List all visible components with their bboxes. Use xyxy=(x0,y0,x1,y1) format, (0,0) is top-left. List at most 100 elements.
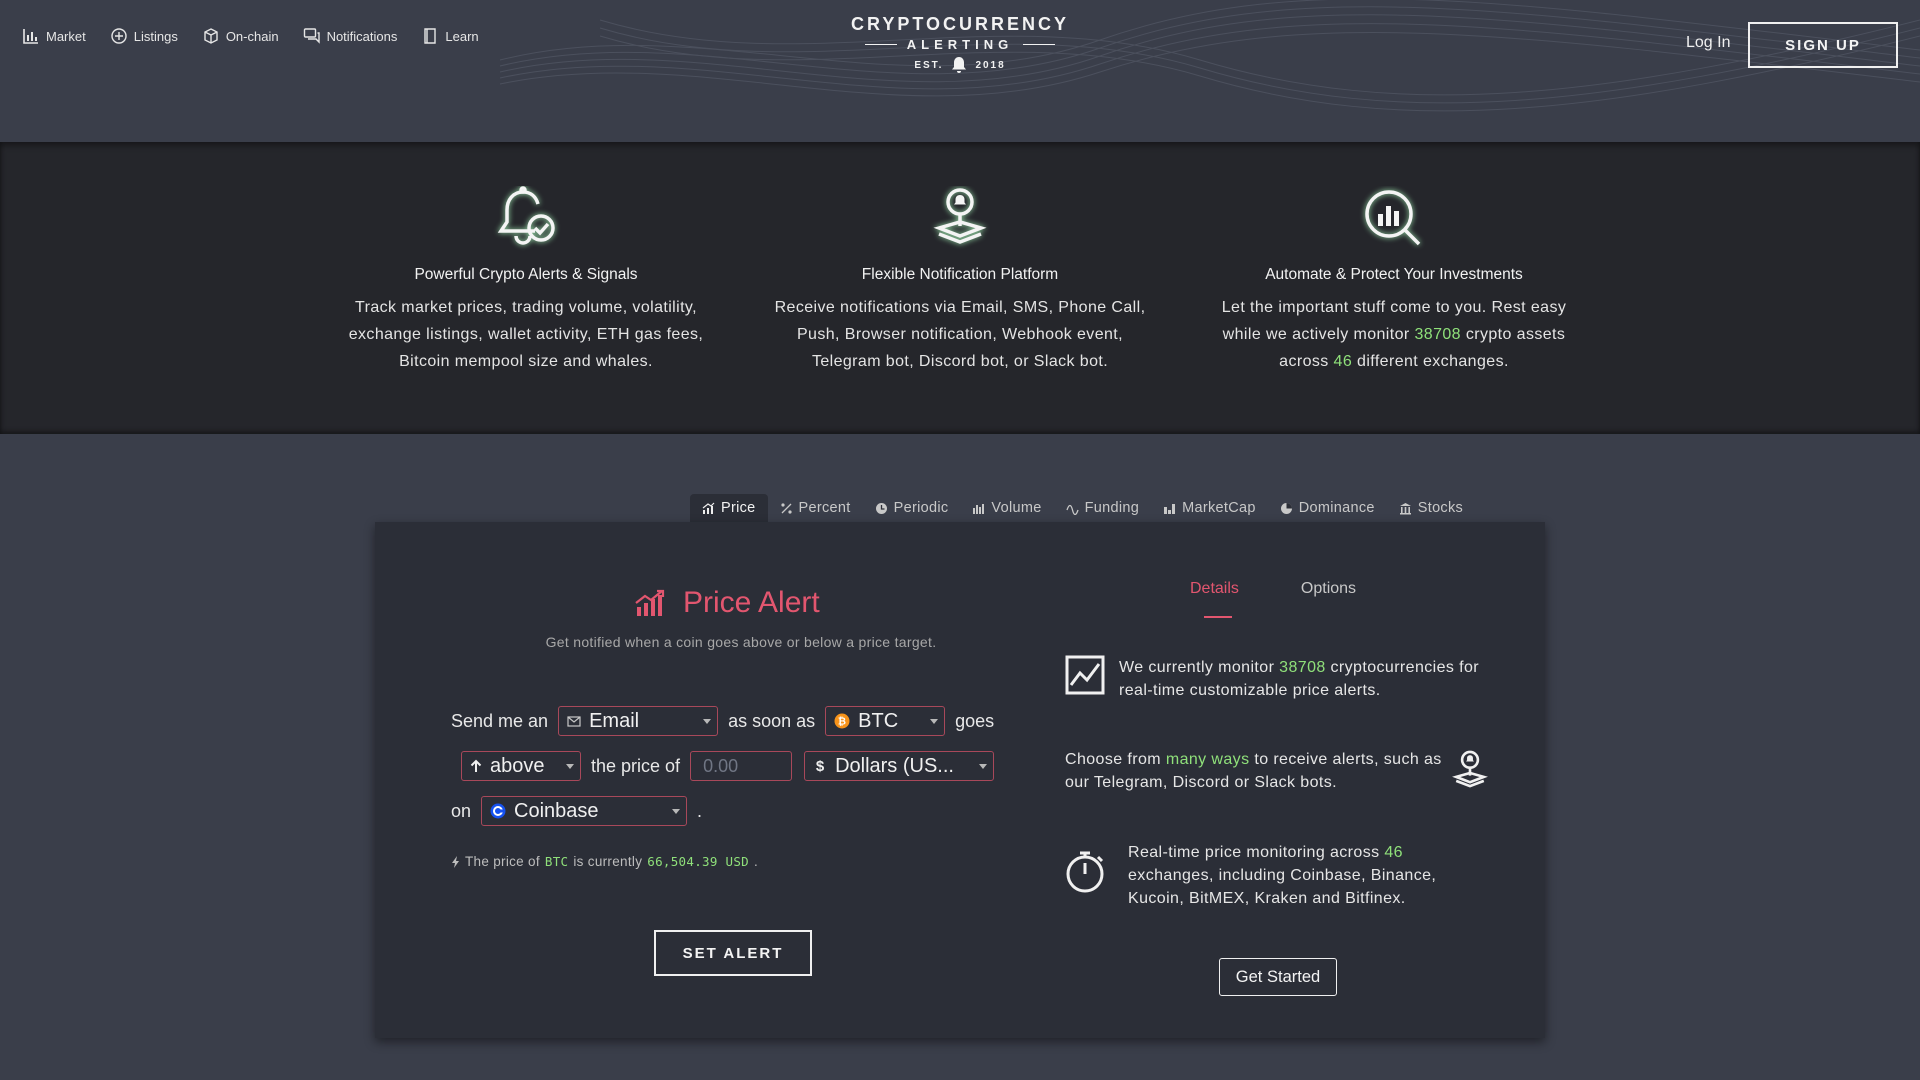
logo-line1: CRYPTOCURRENCY xyxy=(850,14,1070,34)
pie-chart-icon xyxy=(1280,502,1292,514)
alert-type-tabs: Price Percent Periodic Volume Funding Ma… xyxy=(690,494,1475,522)
logo-year: 2018 xyxy=(975,59,1006,71)
tab-periodic[interactable]: Periodic xyxy=(863,494,961,522)
top-nav: Market Listings On-chain Notifications L… xyxy=(22,27,479,45)
site-header: Market Listings On-chain Notifications L… xyxy=(0,0,1920,142)
signup-button[interactable]: SIGN UP xyxy=(1748,22,1898,68)
bitcoin-icon: ₿ xyxy=(834,713,850,729)
nav-listings-label: Listings xyxy=(133,28,178,44)
method-select[interactable]: Email xyxy=(558,706,719,736)
the-price-of-label: the price of xyxy=(591,755,681,776)
monitor-count: 38708 xyxy=(1279,659,1326,676)
tab-percent[interactable]: Percent xyxy=(768,494,863,522)
get-started-button[interactable]: Get Started xyxy=(1219,958,1337,996)
exchanges-count: 46 xyxy=(1333,353,1353,370)
location-pin-bell-icon xyxy=(933,188,987,244)
volume-bars-icon xyxy=(973,503,985,514)
envelope-icon xyxy=(567,715,581,727)
bank-icon xyxy=(1399,502,1411,514)
nav-onchain-label: On-chain xyxy=(225,28,279,44)
tab-funding[interactable]: Funding xyxy=(1054,494,1152,522)
alert-form-row-2: above the price of 0.00 $ Dollars (US... xyxy=(461,751,995,781)
alert-form-row-3: on Coinbase . xyxy=(451,796,702,826)
feature-automate: Automate & Protect Your Investments Let … xyxy=(1204,186,1584,375)
status-coin: BTC xyxy=(544,854,569,869)
bar-chart-icon xyxy=(23,29,38,44)
tab-details[interactable]: Details xyxy=(1190,580,1239,618)
nav-learn-label: Learn xyxy=(445,28,479,44)
exchanges-count-2: 46 xyxy=(1384,844,1403,861)
assets-count: 38708 xyxy=(1414,326,1461,343)
alert-form-row-1: Send me an Email as soon as ₿ BTC goes xyxy=(451,706,994,736)
logo-line2: ALERTING xyxy=(906,37,1014,52)
alert-heading: Price Alert xyxy=(635,586,820,620)
nav-notifications[interactable]: Notifications xyxy=(303,27,398,45)
alert-panel: Price Alert Get notified when a coin goe… xyxy=(375,522,1545,1038)
feature-notifications: Flexible Notification Platform Receive n… xyxy=(770,186,1150,375)
cube-icon xyxy=(204,28,218,44)
nav-learn[interactable]: Learn xyxy=(421,27,479,45)
send-me-an-label: Send me an xyxy=(451,710,549,731)
dollar-icon: $ xyxy=(815,757,825,775)
site-logo[interactable]: CRYPTOCURRENCY ALERTING EST. 2018 xyxy=(820,14,1100,74)
chat-bubbles-icon xyxy=(303,28,320,44)
tab-stocks[interactable]: Stocks xyxy=(1387,494,1475,522)
nav-notifications-label: Notifications xyxy=(326,28,398,44)
status-price: 66,504.39 USD xyxy=(647,854,749,869)
magnifier-chart-icon xyxy=(1365,190,1421,246)
lightning-icon xyxy=(452,855,459,868)
line-chart-icon xyxy=(1065,655,1105,695)
tab-options[interactable]: Options xyxy=(1301,580,1356,598)
arrow-up-icon xyxy=(470,759,482,772)
location-pin-bell-icon xyxy=(1452,750,1488,788)
tab-volume[interactable]: Volume xyxy=(960,494,1053,522)
details-tabs: Details Options xyxy=(1190,580,1356,618)
currency-select[interactable]: $ Dollars (US... xyxy=(804,751,995,781)
alert-title: Price Alert xyxy=(683,586,820,619)
goes-label: goes xyxy=(955,710,995,731)
exchange-select[interactable]: Coinbase xyxy=(481,796,688,826)
price-input[interactable]: 0.00 xyxy=(690,751,793,781)
as-soon-as-label: as soon as xyxy=(728,710,816,731)
info-monitor: We currently monitor 38708 cryptocurrenc… xyxy=(1119,659,1480,699)
feature-notifications-title: Flexible Notification Platform xyxy=(861,266,1059,283)
bell-check-icon xyxy=(497,186,555,245)
feature-alerts-text: Track market prices, trading volume, vol… xyxy=(348,299,704,370)
coin-select[interactable]: ₿ BTC xyxy=(825,706,946,736)
bell-icon xyxy=(952,57,967,73)
features-band: Powerful Crypto Alerts & Signals Track m… xyxy=(0,142,1920,434)
login-link[interactable]: Log In xyxy=(1686,34,1730,52)
logo-est: EST. xyxy=(914,59,944,71)
period-label: . xyxy=(697,800,703,821)
nav-market-label: Market xyxy=(46,28,86,44)
on-label: on xyxy=(451,800,472,821)
nav-listings[interactable]: Listings xyxy=(110,27,178,45)
percent-icon xyxy=(780,502,792,514)
book-icon xyxy=(424,28,437,44)
stopwatch-icon xyxy=(1066,851,1104,893)
clock-icon xyxy=(875,502,887,514)
alert-subtitle: Get notified when a coin goes above or b… xyxy=(545,634,937,650)
bar-chart-icon xyxy=(1164,503,1176,514)
feature-alerts-title: Powerful Crypto Alerts & Signals xyxy=(414,266,638,283)
info-ways: Choose from many ways to receive alerts,… xyxy=(1065,751,1442,791)
direction-select[interactable]: above xyxy=(461,751,581,781)
tab-marketcap[interactable]: MarketCap xyxy=(1151,494,1268,522)
feature-automate-text: Let the important stuff come to you. Res… xyxy=(1221,299,1567,370)
info-exchanges: Real-time price monitoring across 46 exc… xyxy=(1128,844,1437,907)
feature-notifications-text: Receive notifications via Email, SMS, Ph… xyxy=(774,299,1146,370)
tab-dominance[interactable]: Dominance xyxy=(1268,494,1387,522)
wave-icon xyxy=(1065,504,1079,515)
feature-automate-title: Automate & Protect Your Investments xyxy=(1265,266,1523,283)
current-price-status: The price of BTC is currently 66,504.39 … xyxy=(451,854,758,869)
nav-market[interactable]: Market xyxy=(22,27,86,45)
many-ways-link[interactable]: many ways xyxy=(1166,751,1250,768)
chart-up-icon xyxy=(702,502,715,514)
tab-price[interactable]: Price xyxy=(690,494,768,522)
feature-alerts: Powerful Crypto Alerts & Signals Track m… xyxy=(336,186,716,375)
nav-onchain[interactable]: On-chain xyxy=(202,27,279,45)
chart-up-icon xyxy=(635,589,665,616)
set-alert-button[interactable]: SET ALERT xyxy=(654,930,812,976)
svg-text:₿: ₿ xyxy=(838,716,846,728)
plus-circle-icon xyxy=(111,28,127,44)
